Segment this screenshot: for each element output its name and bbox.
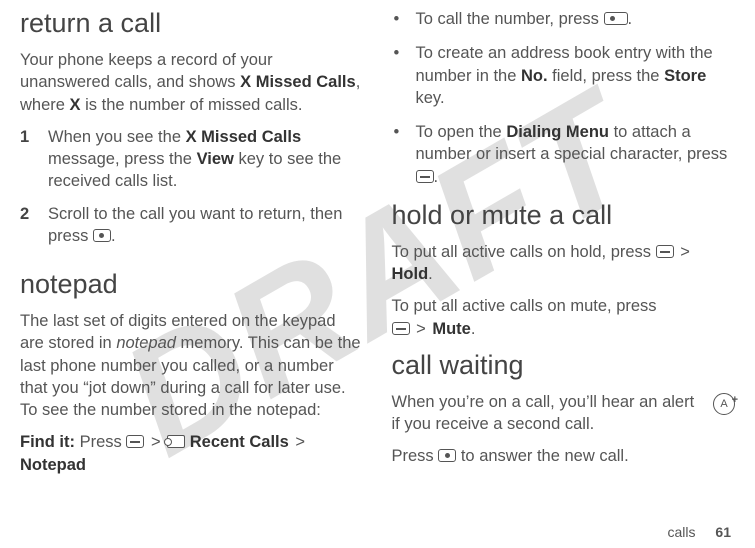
list-item: • To create an address book entry with t… bbox=[392, 42, 736, 109]
bold-x-missed-calls: X Missed Calls bbox=[240, 73, 356, 91]
text: key. bbox=[416, 89, 445, 107]
text: is the number of missed calls. bbox=[81, 96, 303, 114]
bold-x-missed-calls: X Missed Calls bbox=[186, 128, 302, 146]
bold-hold: Hold bbox=[392, 265, 429, 283]
step-1: 1 When you see the X Missed Calls messag… bbox=[20, 126, 364, 193]
text: To call the number, press bbox=[416, 10, 604, 28]
breadcrumb-separator: > bbox=[295, 433, 305, 451]
heading-hold-or-mute: hold or mute a call bbox=[392, 200, 736, 231]
list-body: To open the Dialing Menu to attach a num… bbox=[416, 121, 736, 188]
text: . bbox=[628, 10, 633, 28]
text: To put all active calls on hold, press bbox=[392, 243, 656, 261]
para-mute: To put all active calls on mute, press >… bbox=[392, 295, 736, 340]
breadcrumb-separator: > bbox=[680, 243, 690, 261]
text: Your phone keeps a record of your unansw… bbox=[20, 51, 273, 91]
text: . bbox=[434, 168, 439, 186]
breadcrumb-separator: > bbox=[151, 433, 161, 451]
bold-recent-calls: Recent Calls bbox=[190, 433, 289, 451]
bullet-icon: • bbox=[392, 8, 416, 30]
notepad-options-list: • To call the number, press . • To creat… bbox=[392, 8, 736, 200]
bold-notepad: Notepad bbox=[20, 456, 86, 474]
recent-calls-icon bbox=[167, 435, 185, 448]
right-column: • To call the number, press . • To creat… bbox=[392, 8, 736, 548]
text: to answer the new call. bbox=[456, 447, 628, 465]
italic-notepad: notepad bbox=[116, 334, 176, 352]
text: field, press the bbox=[548, 67, 664, 85]
text: . bbox=[471, 320, 476, 338]
bullet-icon: • bbox=[392, 121, 416, 188]
bold-mute: Mute bbox=[432, 320, 471, 338]
list-item: • To open the Dialing Menu to attach a n… bbox=[392, 121, 736, 188]
heading-return-a-call: return a call bbox=[20, 8, 364, 39]
text: Press bbox=[75, 433, 126, 451]
text: When you see the bbox=[48, 128, 186, 146]
para-call-waiting-1: When you’re on a call, you’ll hear an al… bbox=[392, 391, 736, 436]
para-call-waiting-2: Press to answer the new call. bbox=[392, 445, 736, 467]
para-return-intro: Your phone keeps a record of your unansw… bbox=[20, 49, 364, 116]
heading-call-waiting: call waiting bbox=[392, 350, 736, 381]
menu-key-icon bbox=[416, 170, 434, 183]
text: To open the bbox=[416, 123, 507, 141]
para-hold: To put all active calls on hold, press >… bbox=[392, 241, 736, 286]
find-it-line: Find it: Press > Recent Calls > Notepad bbox=[20, 431, 364, 476]
text: When you’re on a call, you’ll hear an al… bbox=[392, 393, 695, 433]
bullet-icon: • bbox=[392, 42, 416, 109]
text: . bbox=[111, 227, 116, 245]
send-key-icon bbox=[604, 12, 628, 25]
menu-key-icon bbox=[126, 435, 144, 448]
step-body: When you see the X Missed Calls message,… bbox=[48, 126, 364, 193]
text: message, press the bbox=[48, 150, 197, 168]
list-item: • To call the number, press . bbox=[392, 8, 736, 30]
list-body: To call the number, press . bbox=[416, 8, 633, 30]
steps-list: 1 When you see the X Missed Calls messag… bbox=[20, 126, 364, 257]
step-body: Scroll to the call you want to return, t… bbox=[48, 203, 364, 248]
network-feature-icon: A bbox=[713, 393, 735, 415]
list-body: To create an address book entry with the… bbox=[416, 42, 736, 109]
text: To put all active calls on mute, press bbox=[392, 297, 657, 315]
step-2: 2 Scroll to the call you want to return,… bbox=[20, 203, 364, 248]
heading-notepad: notepad bbox=[20, 269, 364, 300]
menu-key-icon bbox=[392, 322, 410, 335]
text: . bbox=[428, 265, 433, 283]
bold-x: X bbox=[70, 96, 81, 114]
text: Press bbox=[392, 447, 439, 465]
bold-store-key: Store bbox=[664, 67, 706, 85]
breadcrumb-separator: > bbox=[416, 320, 426, 338]
step-number: 1 bbox=[20, 126, 48, 193]
send-key-icon bbox=[438, 449, 456, 462]
send-key-icon bbox=[93, 229, 111, 242]
step-number: 2 bbox=[20, 203, 48, 248]
page-content: return a call Your phone keeps a record … bbox=[0, 0, 755, 548]
find-it-label: Find it: bbox=[20, 433, 75, 451]
bold-dialing-menu: Dialing Menu bbox=[506, 123, 609, 141]
bold-view-key: View bbox=[197, 150, 234, 168]
menu-key-icon bbox=[656, 245, 674, 258]
para-notepad: The last set of digits entered on the ke… bbox=[20, 310, 364, 421]
left-column: return a call Your phone keeps a record … bbox=[20, 8, 364, 548]
bold-no-field: No. bbox=[521, 67, 548, 85]
